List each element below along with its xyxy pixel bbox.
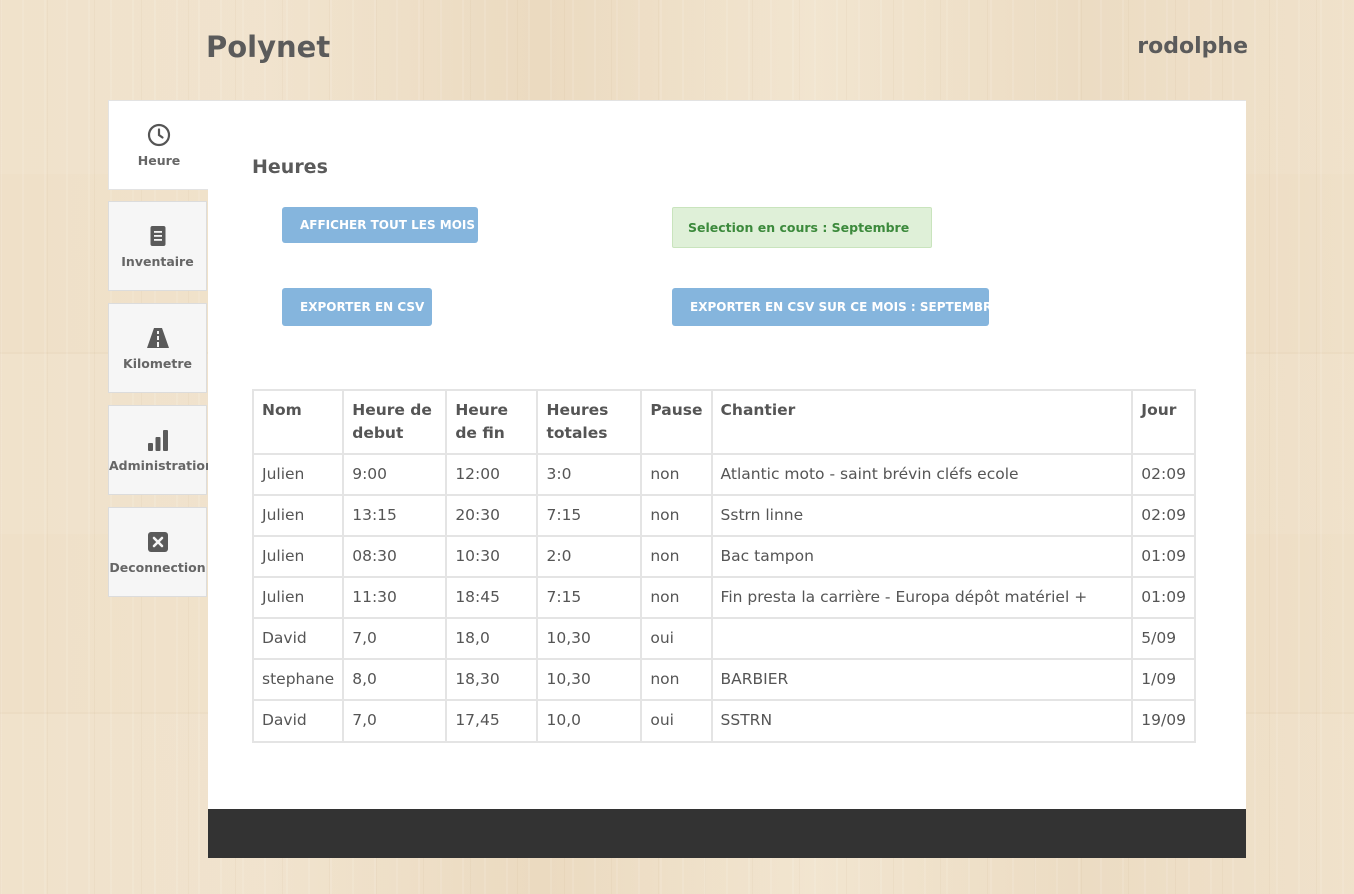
table-header-row: Nom Heure de debut Heure de fin Heures tota… [251, 389, 1196, 455]
column-header: Jour [1131, 389, 1196, 455]
sidebar-item-deconnection[interactable]: Deconnection [108, 507, 207, 597]
table-cell: 18,0 [445, 617, 539, 660]
table-cell: 18,30 [445, 658, 539, 701]
sidebar-item-label: Inventaire [121, 254, 194, 269]
table-cell: 13:15 [342, 494, 448, 537]
clock-icon [147, 123, 171, 147]
table-cell: 12:00 [445, 453, 539, 496]
table-cell: Julien [251, 576, 345, 619]
app-title: Polynet [206, 30, 331, 64]
hours-table: Nom Heure de debut Heure de fin Heures tota… [251, 389, 1196, 743]
main-panel: Heures AFFICHER TOUT LES MOIS Selection … [208, 100, 1246, 809]
table-cell: non [640, 658, 713, 701]
table-cell: David [251, 699, 345, 743]
table-row: Julien 11:30 18:45 7:15 non Fin presta la car… [251, 576, 1196, 619]
sidebar-item-label: Deconnection [109, 560, 206, 575]
show-all-months-button[interactable]: AFFICHER TOUT LES MOIS [282, 207, 478, 243]
table-cell: 10,0 [536, 699, 643, 743]
column-header: Chantier [710, 389, 1134, 455]
sidebar-item-administration[interactable]: Administration [108, 405, 214, 495]
table-cell: Fin presta la carrière - Europa dépôt ma… [710, 576, 1134, 619]
column-header: Heures totales [536, 389, 643, 455]
table-cell: 17,45 [445, 699, 539, 743]
table-row: Julien 9:00 12:00 3:0 non Atlantic moto - sai… [251, 453, 1196, 496]
table-cell: 5/09 [1131, 617, 1196, 660]
table-cell: 19/09 [1131, 699, 1196, 743]
table-cell: 7:15 [536, 494, 643, 537]
table-cell: BARBIER [710, 658, 1134, 701]
table-cell: 20:30 [445, 494, 539, 537]
column-header: Heure de debut [342, 389, 448, 455]
sidebar-item-heure[interactable]: Heure [108, 100, 209, 190]
user-name[interactable]: rodolphe [1137, 34, 1248, 59]
table-cell: 02:09 [1131, 494, 1196, 537]
sidebar-item-label: Heure [137, 153, 181, 168]
table-cell: SSTRN [710, 699, 1134, 743]
table-cell: non [640, 494, 713, 537]
table-cell: Julien [251, 535, 345, 578]
table-row: David 7,0 18,0 10,30 oui 5/09 [251, 617, 1196, 660]
table-cell: David [251, 617, 345, 660]
table-cell: Bac tampon [710, 535, 1134, 578]
table-cell: 10:30 [445, 535, 539, 578]
table-cell: 01:09 [1131, 576, 1196, 619]
footer-bar [208, 809, 1246, 858]
column-header: Heure de fin [445, 389, 539, 455]
table-cell: 10,30 [536, 617, 643, 660]
table-cell: 7:15 [536, 576, 643, 619]
close-box-icon [147, 532, 168, 552]
table-cell: 7,0 [342, 617, 448, 660]
table-cell: Sstrn linne [710, 494, 1134, 537]
table-row: Julien 13:15 20:30 7:15 non Sstrn linne 02:09 [251, 494, 1196, 537]
sidebar-item-kilometre[interactable]: Kilometre [108, 303, 207, 393]
bar-chart-icon [147, 430, 168, 451]
table-cell: oui [640, 617, 713, 660]
road-icon [146, 328, 169, 348]
table-cell: 1/09 [1131, 658, 1196, 701]
sidebar-item-label: Administration [109, 458, 214, 473]
table-cell: oui [640, 699, 713, 743]
sidebar-item-label: Kilometre [123, 356, 192, 371]
current-selection-alert: Selection en cours : Septembre [672, 207, 932, 248]
table-cell: Atlantic moto - saint brévin cléfs ecole [710, 453, 1134, 496]
table-cell: Julien [251, 494, 345, 537]
table-cell: non [640, 453, 713, 496]
table-cell: non [640, 535, 713, 578]
table-cell: 10,30 [536, 658, 643, 701]
table-cell: 3:0 [536, 453, 643, 496]
table-cell: 08:30 [342, 535, 448, 578]
sidebar-item-inventaire[interactable]: Inventaire [108, 201, 207, 291]
export-csv-month-button[interactable]: EXPORTER EN CSV SUR CE MOIS : SEPTEMBRE [672, 288, 1000, 326]
table-cell: 01:09 [1131, 535, 1196, 578]
table-cell: 7,0 [342, 699, 448, 743]
table-row: Julien 08:30 10:30 2:0 non Bac tampon 01:09 [251, 535, 1196, 578]
document-icon [150, 226, 165, 246]
table-cell: 11:30 [342, 576, 448, 619]
table-cell: 18:45 [445, 576, 539, 619]
table-cell: Julien [251, 453, 345, 496]
column-header: Nom [251, 389, 345, 455]
table-cell: 02:09 [1131, 453, 1196, 496]
table-cell: 8,0 [342, 658, 448, 701]
table-cell: stephane [251, 658, 345, 701]
page-title: Heures [252, 156, 328, 178]
table-cell [710, 617, 1134, 660]
table-cell: non [640, 576, 713, 619]
column-header: Pause [640, 389, 713, 455]
export-csv-button[interactable]: EXPORTER EN CSV [282, 288, 432, 326]
table-cell: 2:0 [536, 535, 643, 578]
table-row: stephane 8,0 18,30 10,30 non BARBIER 1/09 [251, 658, 1196, 701]
table-cell: 9:00 [342, 453, 448, 496]
table-row: David 7,0 17,45 10,0 oui SSTRN 19/09 [251, 699, 1196, 743]
